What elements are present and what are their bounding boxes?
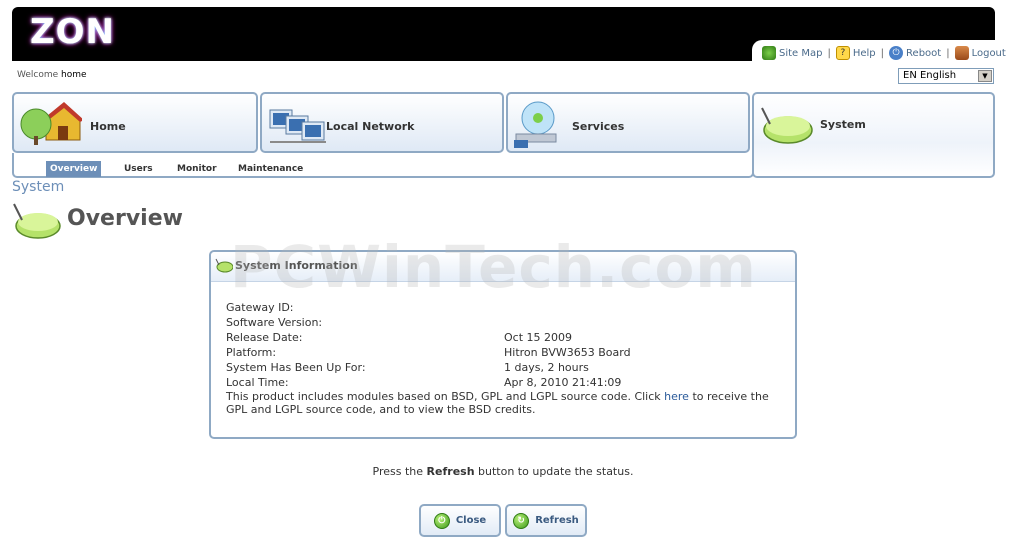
close-icon: ⏻	[433, 512, 450, 529]
logout-icon[interactable]	[954, 46, 969, 60]
software-version-label: Software Version:	[226, 316, 323, 329]
top-toolbar: Site Map | ? Help | ⏻ Reboot | Logout	[762, 46, 1006, 60]
subtab-users[interactable]: Users	[120, 161, 157, 177]
section-title: System	[12, 179, 65, 195]
tab-home-label: Home	[90, 120, 126, 133]
refresh-icon: ↻	[513, 512, 530, 529]
zon-logo: ZON	[30, 12, 116, 52]
close-button[interactable]: ⏻ Close	[419, 504, 501, 537]
language-select[interactable]: EN English ▼	[898, 68, 994, 84]
reboot-link[interactable]: Reboot	[906, 48, 941, 59]
local-time-value: Apr 8, 2010 21:41:09	[504, 376, 622, 389]
language-value: EN English	[903, 70, 957, 81]
subtab-overview[interactable]: Overview	[46, 161, 102, 177]
status-hint: Press the Refresh button to update the s…	[0, 465, 1006, 478]
toolbar-separator: |	[946, 47, 950, 59]
power-icon[interactable]: ⏻	[889, 46, 904, 60]
router-icon	[13, 203, 61, 239]
help-link[interactable]: Help	[853, 48, 876, 59]
services-icon	[514, 101, 557, 148]
toolbar-separator: |	[880, 47, 885, 59]
platform-label: Platform:	[226, 346, 277, 359]
subtab-monitor[interactable]: Monitor	[173, 161, 221, 177]
uptime-label: System Has Been Up For:	[226, 361, 366, 374]
status-hint-text: Press the	[372, 465, 427, 478]
welcome-text: Welcome home	[17, 70, 87, 80]
release-date-value: Oct 15 2009	[504, 331, 573, 344]
welcome-user: home	[61, 70, 87, 80]
tab-local-network-label: Local Network	[326, 120, 415, 133]
help-icon[interactable]: ?	[835, 46, 850, 60]
platform-value: Hitron BVW3653 Board	[504, 346, 631, 359]
site-map-link[interactable]: Site Map	[779, 48, 822, 59]
watermark: PCWinTech.com	[230, 233, 757, 301]
close-button-label: Close	[455, 515, 487, 526]
release-date-label: Release Date:	[226, 331, 303, 344]
tab-home[interactable]: Home	[12, 92, 258, 153]
license-note: This product includes modules based on B…	[226, 390, 786, 416]
router-icon	[761, 107, 813, 144]
welcome-prefix: Welcome	[17, 70, 59, 80]
toolbar-separator: |	[827, 47, 831, 59]
refresh-button-label: Refresh	[535, 515, 579, 526]
chevron-down-icon[interactable]: ▼	[978, 70, 992, 82]
tab-system-label: System	[820, 118, 866, 131]
tab-system[interactable]: System	[752, 92, 995, 178]
sitemap-icon[interactable]	[762, 46, 776, 60]
logout-link[interactable]: Logout	[972, 48, 1006, 59]
refresh-button[interactable]: ↻ Refresh	[505, 504, 587, 537]
status-hint-text-end: button to update the status.	[474, 465, 634, 478]
tab-services-label: Services	[572, 120, 625, 133]
local-time-label: Local Time:	[226, 376, 289, 389]
tab-local-network[interactable]: Local Network	[260, 92, 504, 153]
license-note-text: This product includes modules based on B…	[226, 390, 665, 403]
home-icon	[20, 102, 82, 145]
page-title: Overview	[67, 206, 183, 231]
status-hint-bold: Refresh	[426, 465, 475, 478]
tab-services[interactable]: Services	[506, 92, 750, 153]
gateway-id-label: Gateway ID:	[226, 301, 294, 314]
gpl-source-link[interactable]: here	[664, 390, 689, 403]
subtab-maintenance[interactable]: Maintenance	[234, 161, 307, 177]
network-icon	[269, 109, 326, 143]
uptime-value: 1 days, 2 hours	[504, 361, 589, 374]
